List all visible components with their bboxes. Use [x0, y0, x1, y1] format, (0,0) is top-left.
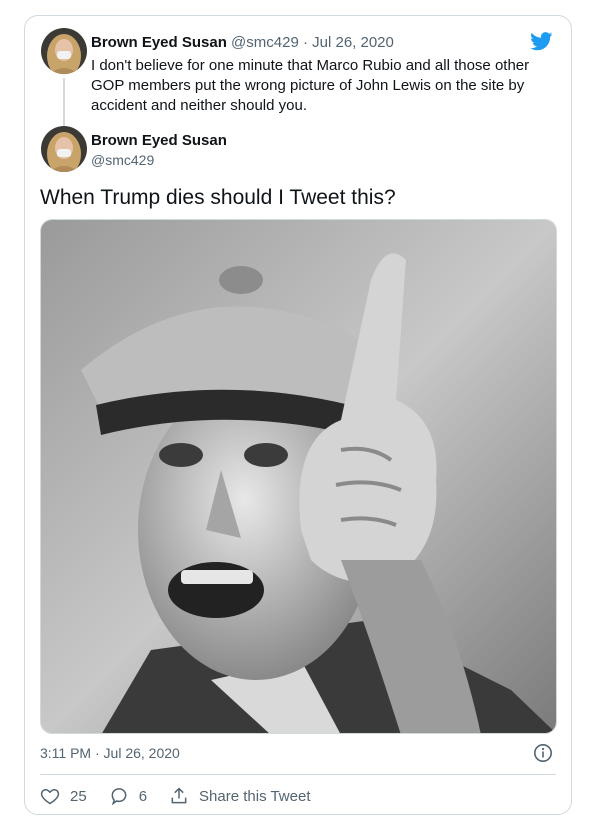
avatar[interactable]: [41, 28, 87, 74]
tweet-actions: 25 6 Share this Tweet: [40, 784, 332, 808]
reply-button[interactable]: 6: [109, 786, 147, 806]
avatar[interactable]: [41, 126, 87, 172]
tweet-text: When Trump dies should I Tweet this?: [40, 186, 396, 209]
like-button[interactable]: 25: [40, 786, 87, 806]
divider: [40, 774, 556, 775]
quoted-tweet-header: Brown Eyed Susan @smc429 · Jul 26, 2020: [91, 34, 394, 51]
share-icon: [171, 787, 187, 804]
info-icon[interactable]: [533, 743, 553, 763]
twitter-bird-icon[interactable]: [530, 32, 553, 51]
quoted-tweet-date[interactable]: Jul 26, 2020: [312, 34, 394, 51]
reply-count: 6: [138, 787, 148, 805]
author-handle[interactable]: @smc429: [231, 34, 299, 51]
author-name[interactable]: Brown Eyed Susan: [91, 132, 227, 149]
tweet-photo[interactable]: [40, 219, 557, 734]
author-handle[interactable]: @smc429: [91, 152, 154, 168]
reply-icon: [111, 788, 127, 806]
quoted-tweet-text: I don't believe for one minute that Marc…: [91, 57, 530, 114]
separator: ·: [302, 34, 308, 51]
share-button[interactable]: Share this Tweet: [169, 786, 310, 806]
tweet-timestamp[interactable]: 3:11 PM · Jul 26, 2020: [40, 745, 180, 761]
share-label: Share this Tweet: [199, 787, 311, 805]
tweet-embed-card: Brown Eyed Susan @smc429 · Jul 26, 2020 …: [24, 15, 572, 815]
author-name[interactable]: Brown Eyed Susan: [91, 34, 227, 51]
heart-icon: [40, 788, 60, 805]
like-count: 25: [70, 787, 87, 805]
